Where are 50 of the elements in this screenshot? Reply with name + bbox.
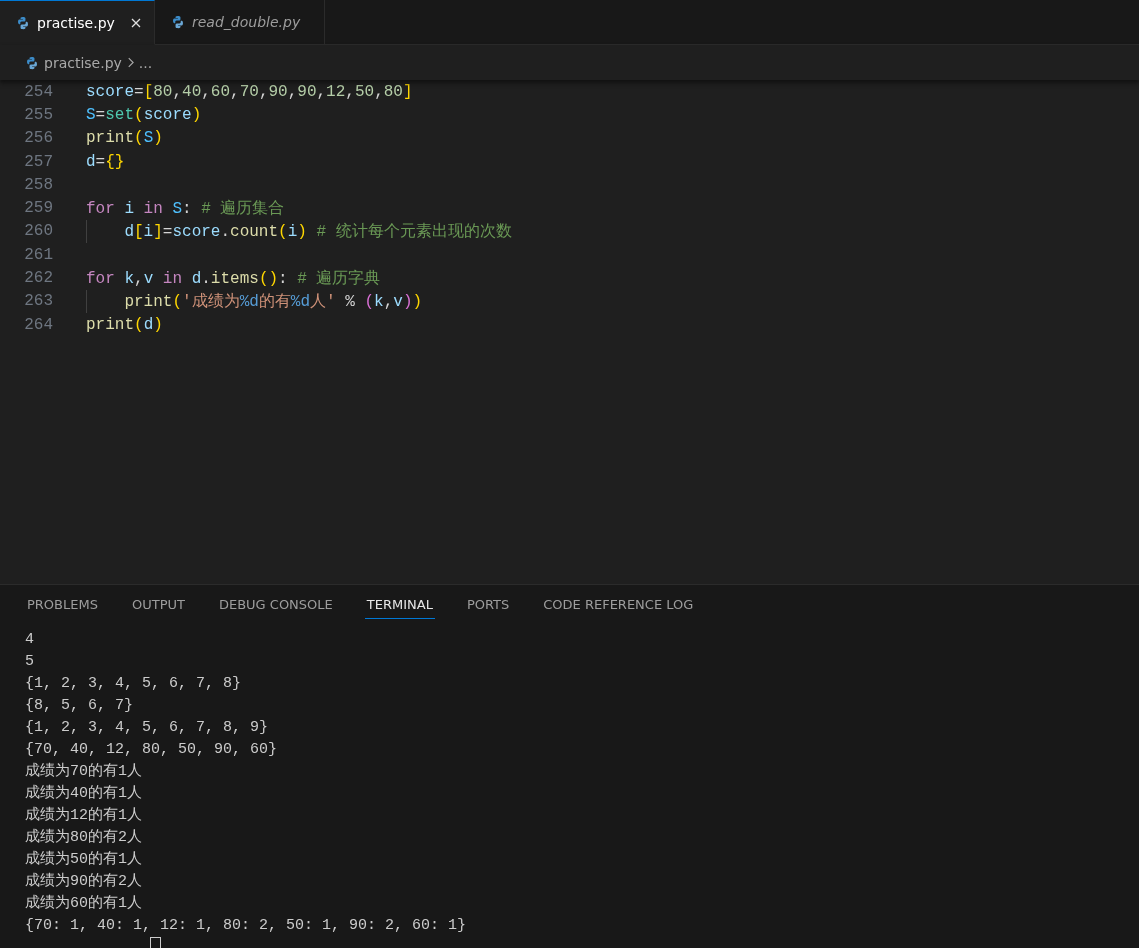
terminal-output-line: 4 <box>25 630 34 650</box>
code-line: print('成绩为%d的有%d人' % (k,v)) <box>124 291 423 312</box>
terminal-output-line: 成绩为90的有2人 <box>25 871 142 892</box>
close-icon[interactable] <box>130 16 142 29</box>
line-number: 260 <box>23 222 54 241</box>
python-icon <box>25 55 39 70</box>
terminal-output-line: {1, 2, 3, 4, 5, 6, 7, 8} <box>25 674 242 694</box>
code-line: d[i]=score.count(i) # 统计每个元素出现的次数 <box>124 221 512 242</box>
terminal-output-line: {70: 1, 40: 1, 12: 1, 80: 2, 50: 1, 90: 2, 60: 1} <box>25 916 467 936</box>
python-icon <box>16 15 30 30</box>
breadcrumb-item[interactable]: practise.py <box>44 54 122 71</box>
terminal-output-line: 成绩为80的有2人 <box>25 827 142 848</box>
code-line: S=set(score) <box>86 105 202 124</box>
line-number: 261 <box>23 245 54 264</box>
line-number: 259 <box>23 199 54 218</box>
editor-tab[interactable]: read_double.py <box>155 0 325 45</box>
terminal-output-line: 成绩为60的有1人 <box>25 893 142 914</box>
terminal-output-line: 成绩为12的有1人 <box>25 805 142 826</box>
line-number: 256 <box>23 129 54 148</box>
terminal-output-line: 成绩为50的有1人 <box>25 849 142 870</box>
terminal-cursor <box>150 937 161 948</box>
python-icon <box>171 15 185 29</box>
terminal-output-line: 成绩为40的有1人 <box>25 783 142 804</box>
chevron-right-icon <box>126 57 134 68</box>
panel-tab[interactable]: DEBUG CONSOLE <box>216 591 335 619</box>
code-line: score=[80,40,60,70,90,90,12,50,80] <box>86 82 413 101</box>
terminal-output-line: 5 <box>25 652 34 672</box>
code-line: print(d) <box>86 315 163 334</box>
code-line: print(S) <box>86 129 163 148</box>
panel-tab[interactable]: PORTS <box>464 591 512 619</box>
code-line: d={} <box>86 152 125 171</box>
code-line: for k,v in d.items(): # 遍历字典 <box>86 268 381 289</box>
line-number: 257 <box>23 152 54 171</box>
panel-tab[interactable]: OUTPUT <box>129 591 187 619</box>
breadcrumb-item[interactable]: ... <box>138 54 153 71</box>
panel-tab[interactable]: CODE REFERENCE LOG <box>541 591 696 619</box>
line-number: 255 <box>23 105 54 124</box>
terminal-output-line: {1, 2, 3, 4, 5, 6, 7, 8, 9} <box>25 718 269 738</box>
line-number: 262 <box>23 269 54 287</box>
terminal-output-line: {8, 5, 6, 7} <box>25 696 134 716</box>
panel-tab[interactable]: PROBLEMS <box>25 591 100 619</box>
editor-tab[interactable]: practise.py <box>0 0 155 45</box>
line-number: 264 <box>23 315 54 334</box>
line-number: 263 <box>23 292 54 311</box>
line-number: 254 <box>23 82 54 101</box>
line-number: 258 <box>23 175 54 194</box>
code-line: for i in S: # 遍历集合 <box>86 198 285 219</box>
panel-tab[interactable]: TERMINAL <box>364 591 435 619</box>
terminal-output-line: 成绩为70的有1人 <box>25 761 142 782</box>
terminal-output-line: {70, 40, 12, 80, 50, 90, 60} <box>25 740 278 760</box>
